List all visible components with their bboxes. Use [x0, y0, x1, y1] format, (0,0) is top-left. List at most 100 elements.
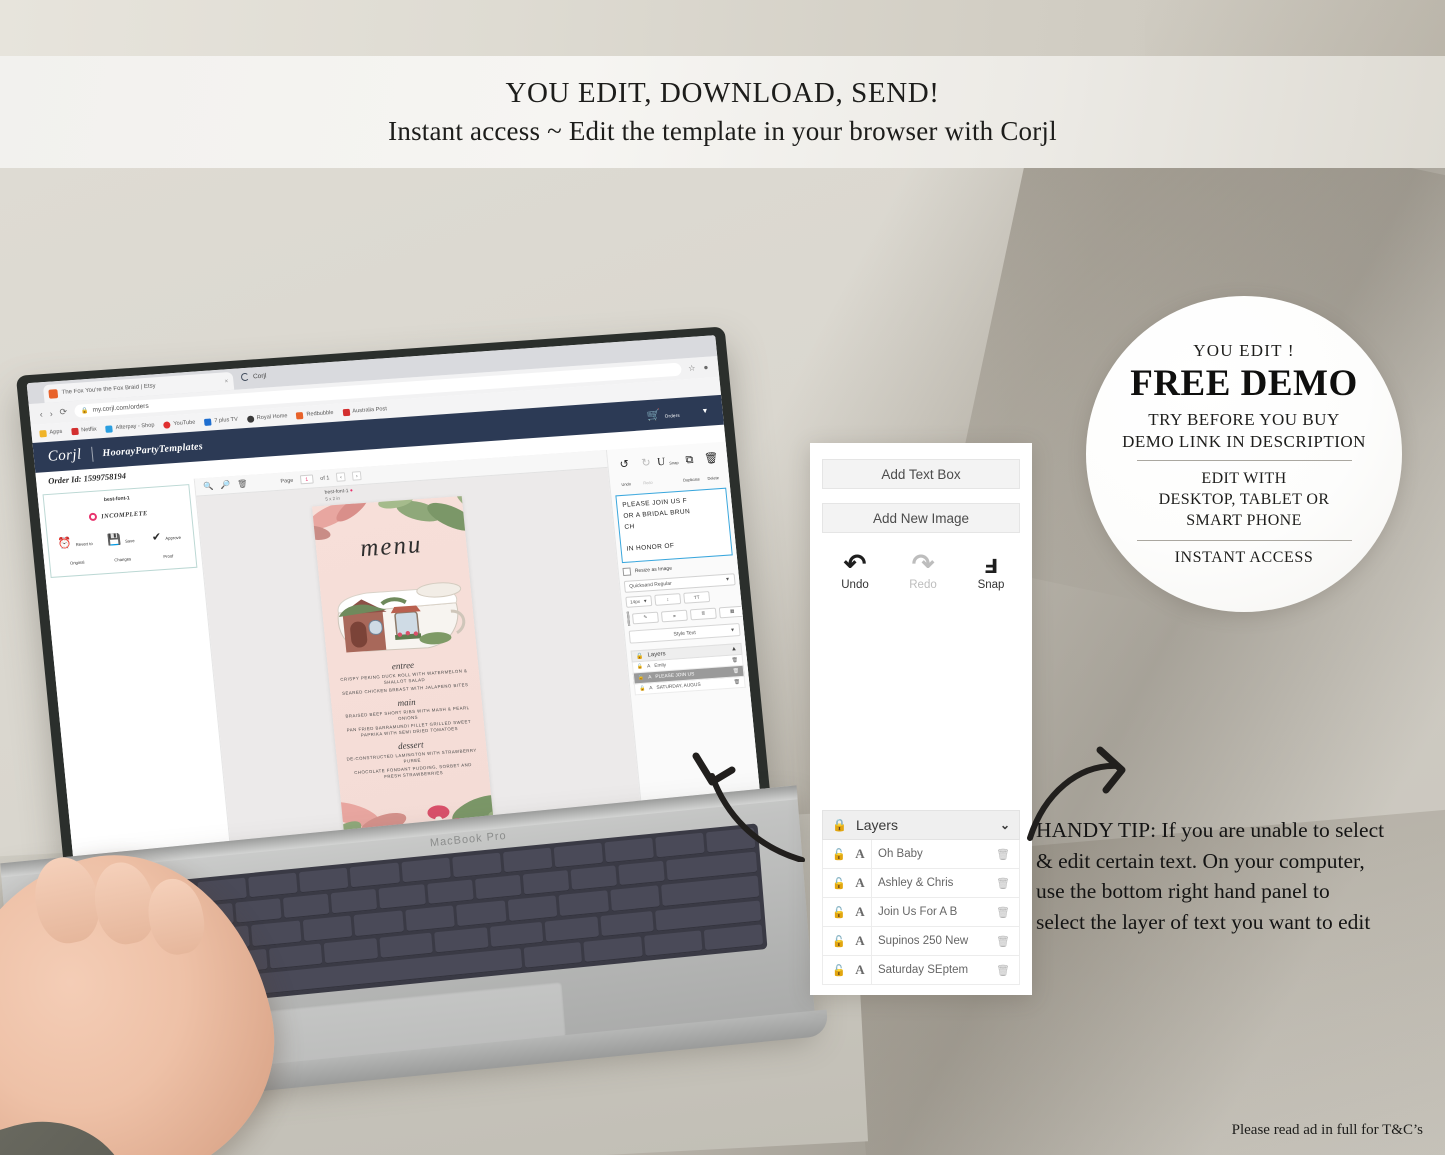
eyedropper-button[interactable]: ✎ — [631, 611, 659, 624]
delete-button[interactable]: 🗑 Delete — [699, 448, 724, 485]
add-text-box-button[interactable]: Add Text Box — [822, 459, 1020, 489]
key — [331, 889, 378, 915]
design-thumbnail-card[interactable]: best-font-1 INCOMPLETE ⏰ Revert to Origi… — [42, 484, 198, 578]
save-changes-button[interactable]: 💾 Save Changes — [99, 529, 144, 568]
bookmark-item[interactable]: Apps — [39, 428, 63, 437]
key — [302, 915, 353, 942]
reload-icon[interactable]: ⟳ — [59, 407, 68, 418]
lock-open-icon[interactable]: 🔓 — [832, 877, 849, 890]
revert-to-original-button[interactable]: ⏰ Revert to Original — [53, 532, 98, 571]
arrow-right-curved — [1027, 746, 1126, 841]
close-icon[interactable]: × — [224, 377, 229, 385]
lock-open-icon[interactable]: 🔓 — [832, 906, 849, 919]
style-text-dropdown[interactable]: Style Text ▼ — [628, 623, 741, 644]
badge-divider — [1136, 460, 1352, 462]
lock-open-icon[interactable]: 🔓 — [638, 675, 644, 680]
bookmark-label: Netflix — [80, 426, 98, 434]
save-icon: 💾 — [106, 534, 122, 547]
align-left-button[interactable]: ≡ — [660, 609, 688, 622]
key — [474, 874, 522, 901]
snap-button[interactable]: ⅎ Snap — [968, 549, 1014, 591]
text-editor-textarea[interactable]: PLEASE JOIN US F OR A BRIDAL BRUN CH IN … — [615, 487, 733, 564]
prev-page-button[interactable]: ‹ — [335, 472, 346, 482]
chevron-down-icon[interactable]: ▼ — [701, 407, 709, 415]
key — [570, 865, 617, 892]
text-layer-icon: A — [855, 962, 865, 977]
profile-icon[interactable]: ● — [703, 363, 709, 372]
next-page-button[interactable]: › — [351, 471, 362, 481]
panel-layer-row[interactable]: 🔓 A Supinos 250 New 🗑 — [822, 927, 1020, 956]
letter-spacing-button[interactable]: TT — [683, 591, 711, 604]
lock-open-icon[interactable]: 🔓 — [639, 686, 645, 691]
text-layer-icon: A — [855, 933, 865, 948]
canvas-file-dimensions: 5 x 2 in — [325, 495, 341, 502]
text-color-swatch[interactable] — [626, 611, 631, 626]
trash-icon[interactable]: 🗑 — [996, 877, 1010, 890]
page-number-input[interactable]: 1 — [299, 474, 314, 485]
panel-layer-row[interactable]: 🔓 A Saturday SEptem 🗑 — [822, 956, 1020, 985]
lock-open-icon[interactable]: 🔓 — [637, 664, 643, 669]
panel-layer-row[interactable]: 🔓 A Join Us For A B 🗑 — [822, 898, 1020, 927]
browser-tab-corjl[interactable]: Corjl — [240, 372, 267, 382]
canvas-file-label: best-font-1 ● — [324, 488, 353, 496]
etsy-favicon-icon — [48, 388, 59, 399]
key — [489, 921, 544, 948]
page-total-label: of 1 — [319, 474, 330, 482]
redo-icon: ↻ — [640, 456, 652, 470]
lock-open-icon[interactable]: 🔓 — [832, 935, 849, 948]
redo-button[interactable]: ↷ Redo — [900, 549, 946, 591]
forward-icon[interactable]: › — [49, 408, 53, 418]
key — [643, 930, 703, 957]
bookmark-item[interactable]: Australia Post — [342, 406, 387, 416]
bookmark-item[interactable]: Redbubble — [296, 409, 334, 419]
chevron-down-icon[interactable]: ⌄ — [1000, 818, 1010, 833]
bookmark-label: Afterpay - Shop — [115, 422, 155, 432]
undo-button[interactable]: ↶ Undo — [832, 549, 878, 591]
bookmark-item[interactable]: 7 plus TV — [204, 416, 238, 426]
save-label-line2: Changes — [114, 556, 132, 563]
bookmark-item[interactable]: Netflix — [70, 426, 98, 435]
floating-editor-panel: Add Text Box Add New Image ↶ Undo ↷ Redo… — [810, 443, 1032, 995]
zoom-out-icon[interactable]: 🔎 — [220, 480, 231, 490]
key — [507, 895, 558, 922]
font-size-select[interactable]: 14px ▼ — [625, 595, 653, 608]
bookmark-item[interactable]: Afterpay - Shop — [105, 422, 155, 433]
bookmark-item[interactable]: YouTube — [163, 419, 196, 429]
undo-label: Undo — [621, 481, 632, 487]
header-banner: YOU EDIT, DOWNLOAD, SEND! Instant access… — [0, 56, 1445, 168]
key — [609, 885, 660, 912]
trash-icon[interactable]: 🗑 — [996, 848, 1010, 861]
bookmark-item[interactable]: Royal Home — [246, 413, 288, 423]
add-new-image-button[interactable]: Add New Image — [822, 503, 1020, 533]
trash-icon[interactable]: 🗑 — [731, 657, 738, 663]
design-canvas-card[interactable]: menu entree CRISPY PEKING DUCK ROLL WITH… — [312, 496, 494, 836]
zoom-in-icon[interactable]: 🔍 — [203, 481, 214, 491]
trash-icon[interactable]: 🗑 — [996, 935, 1010, 948]
duplicate-icon: ⧉ — [685, 453, 695, 467]
back-icon[interactable]: ‹ — [39, 409, 43, 419]
orders-button[interactable]: 🛒 Orders — [646, 404, 681, 424]
bring-forward-button[interactable]: ▦ — [718, 605, 746, 618]
badge-devices-line2: SMART PHONE — [1186, 512, 1302, 530]
trash-icon[interactable]: 🗑 — [996, 906, 1010, 919]
trash-icon[interactable]: 🗑 — [732, 668, 739, 674]
badge-title: FREE DEMO — [1130, 363, 1358, 405]
panel-tools: ↶ Undo ↷ Redo ⅎ Snap — [826, 549, 1020, 591]
star-icon[interactable]: ☆ — [688, 364, 696, 373]
panel-layer-row[interactable]: 🔓 A Ashley & Chris 🗑 — [822, 869, 1020, 898]
approve-proof-button[interactable]: ✔ Approve Proof — [144, 525, 189, 564]
trash-icon[interactable]: 🗑 — [734, 679, 741, 685]
browser-tab-title: The Fox You're the Fox Braid | Etsy — [61, 383, 156, 396]
send-backward-button[interactable]: ▧ — [747, 603, 764, 616]
corjl-logo[interactable]: Corjl — [47, 446, 82, 465]
trash-icon[interactable]: 🗑 — [996, 964, 1010, 977]
bookmark-favicon-icon — [39, 429, 47, 437]
lock-open-icon[interactable]: 🔓 — [832, 964, 849, 977]
lock-closed-icon: 🔒 — [635, 653, 644, 660]
line-height-button[interactable]: ↕ — [654, 593, 682, 606]
font-size-value: 14px — [629, 598, 641, 605]
key — [283, 893, 330, 920]
footer-note: Please read ad in full for T&C’s — [1231, 1122, 1423, 1138]
align-center-button[interactable]: ≣ — [689, 607, 717, 620]
trash-icon[interactable]: 🗑 — [237, 479, 248, 489]
